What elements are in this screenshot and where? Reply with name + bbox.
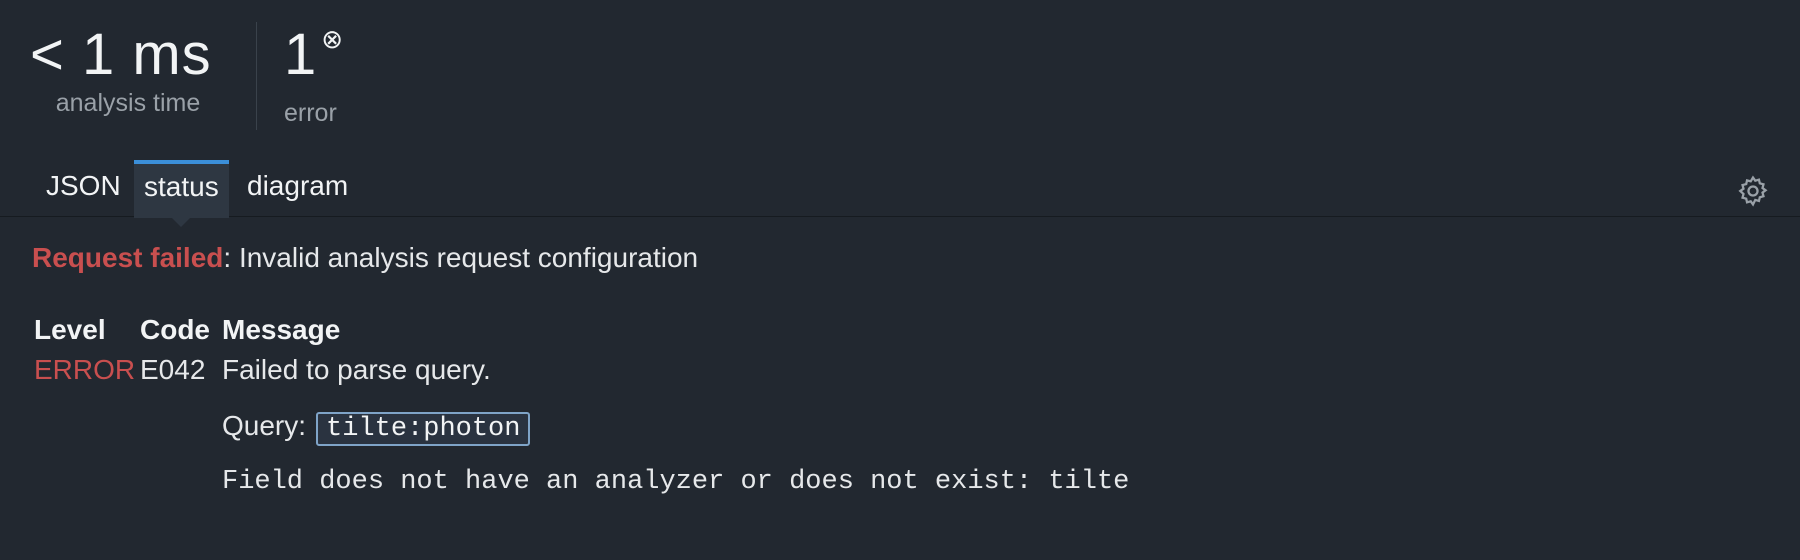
analysis-time-value: < 1 ms <box>30 22 212 87</box>
request-failed-label: Request failed <box>32 242 224 273</box>
row-level: ERROR <box>34 354 136 385</box>
error-count-label: error <box>284 99 337 127</box>
error-detail: Field does not have an analyzer or does … <box>222 467 1130 497</box>
gear-icon[interactable] <box>1736 174 1770 208</box>
stats-bar: < 1 ms analysis time 1 ⊗ error <box>0 0 1800 140</box>
column-header-message: Message <box>222 314 341 345</box>
tab-diagram[interactable]: diagram <box>237 162 358 214</box>
error-count-value: 1 ⊗ <box>284 22 344 98</box>
tab-status[interactable]: status <box>134 160 229 227</box>
status-panel: Request failed: Invalid analysis request… <box>32 240 1770 497</box>
error-count-number: 1 <box>284 22 318 87</box>
query-line: Query: tilte:photon <box>222 408 531 446</box>
request-status-headline: Request failed: Invalid analysis request… <box>32 240 1770 276</box>
row-code: E042 <box>140 354 206 385</box>
column-header-level: Level <box>34 314 106 345</box>
analysis-time-label: analysis time <box>55 89 201 117</box>
stats-divider <box>256 22 257 130</box>
tab-bar: JSON status diagram <box>0 160 1800 227</box>
row-message: Failed to parse query. <box>222 354 491 385</box>
query-label: Query: <box>222 410 307 441</box>
request-failed-reason: : Invalid analysis request configuration <box>223 242 699 273</box>
circle-x-icon: ⊗ <box>321 24 345 54</box>
error-count-stat: 1 ⊗ error <box>284 22 344 128</box>
tab-json[interactable]: JSON <box>36 162 131 214</box>
query-value: tilte:photon <box>316 412 531 446</box>
analysis-time-stat: < 1 ms analysis time <box>30 22 226 118</box>
column-header-code: Code <box>140 314 210 345</box>
